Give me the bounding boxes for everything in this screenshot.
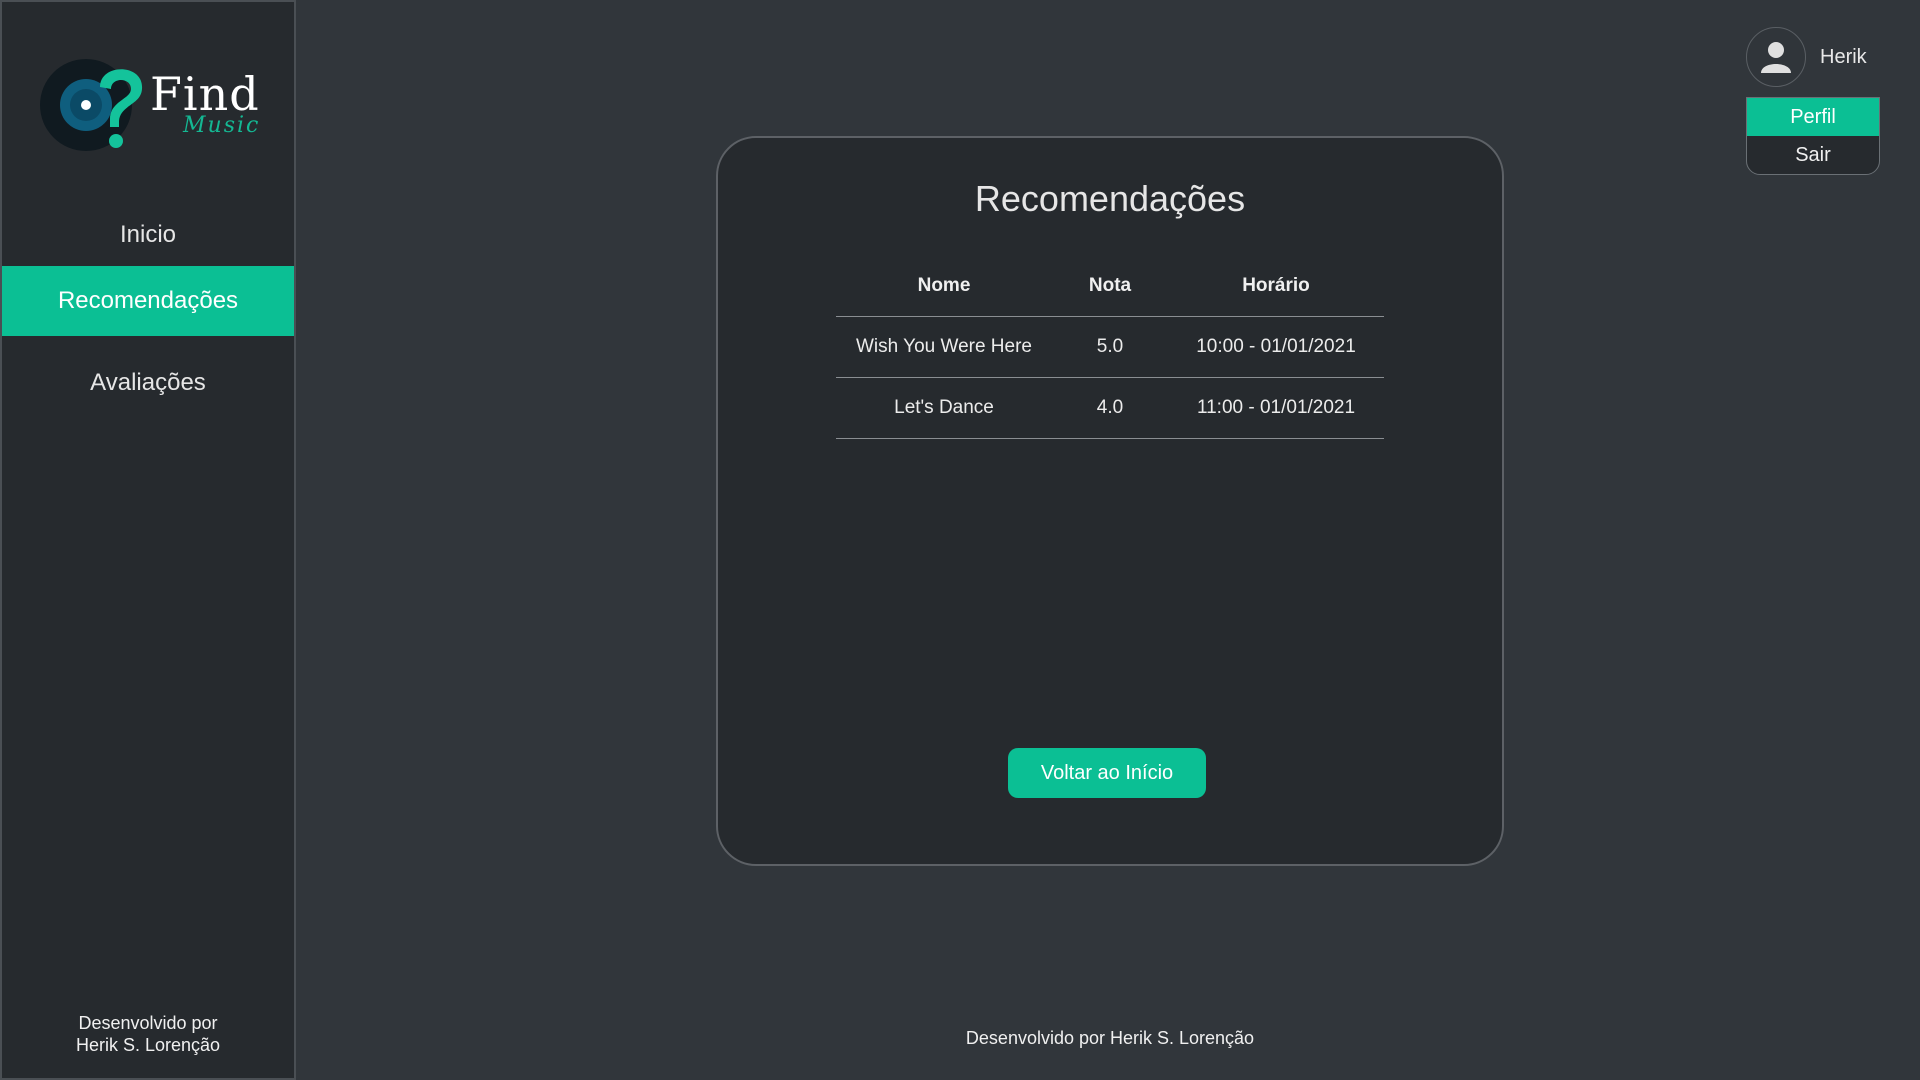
column-header-horario: Horário [1168,256,1384,317]
sidebar-footer-line2: Herik S. Lorenção [75,1035,221,1055]
table-header-row: Nome Nota Horário [836,256,1384,317]
vinyl-question-icon [40,59,143,151]
user-area: Herik Perfil Sair [1746,27,1880,175]
cell-horario: 11:00 - 01/01/2021 [1168,377,1384,439]
page-footer: Desenvolvido por Herik S. Lorenção [965,1028,1255,1048]
cell-nome: Wish You Were Here [836,316,1052,378]
page-title: Recomendações [974,178,1246,219]
sidebar-item-label: Avaliações [90,369,206,396]
sidebar-item-label: Recomendações [57,287,239,314]
cell-nome: Let's Dance [836,377,1052,439]
user-name: Herik [1820,45,1867,68]
sidebar-item-label: Inicio [119,221,177,248]
user-icon [1761,42,1791,73]
sidebar: Find Music Inicio Recomendações Avaliaçõ… [0,0,296,1080]
column-header-nota: Nota [1052,256,1168,317]
cell-nota: 5.0 [1052,316,1168,378]
user-header[interactable]: Herik [1746,27,1880,87]
menu-item-sair[interactable]: Sair [1747,136,1879,174]
table-row: Let's Dance 4.0 11:00 - 01/01/2021 [836,377,1384,439]
sidebar-item-recomendacoes[interactable]: Recomendações [2,266,294,336]
logo-tagline: Music [183,113,261,138]
recommendations-card: Recomendações Nome Nota Horário Wish You… [716,136,1504,866]
avatar[interactable] [1746,27,1806,87]
menu-item-perfil[interactable]: Perfil [1747,98,1879,136]
recommendations-table: Nome Nota Horário Wish You Were Here 5.0… [836,256,1384,439]
sidebar-item-inicio[interactable]: Inicio [2,200,294,270]
sidebar-footer: Desenvolvido por Herik S. Lorenção [2,1012,294,1056]
column-header-nome: Nome [836,256,1052,317]
logo[interactable]: Find Music [40,57,270,157]
sidebar-item-avaliacoes[interactable]: Avaliações [2,348,294,418]
cell-horario: 10:00 - 01/01/2021 [1168,316,1384,378]
user-menu: Perfil Sair [1746,97,1880,175]
app: Find Music Inicio Recomendações Avaliaçõ… [0,0,1920,1080]
table-row: Wish You Were Here 5.0 10:00 - 01/01/202… [836,316,1384,378]
sidebar-footer-line1: Desenvolvido por [78,1013,218,1033]
back-to-home-button[interactable]: Voltar ao Início [1008,748,1206,798]
cell-nota: 4.0 [1052,377,1168,439]
